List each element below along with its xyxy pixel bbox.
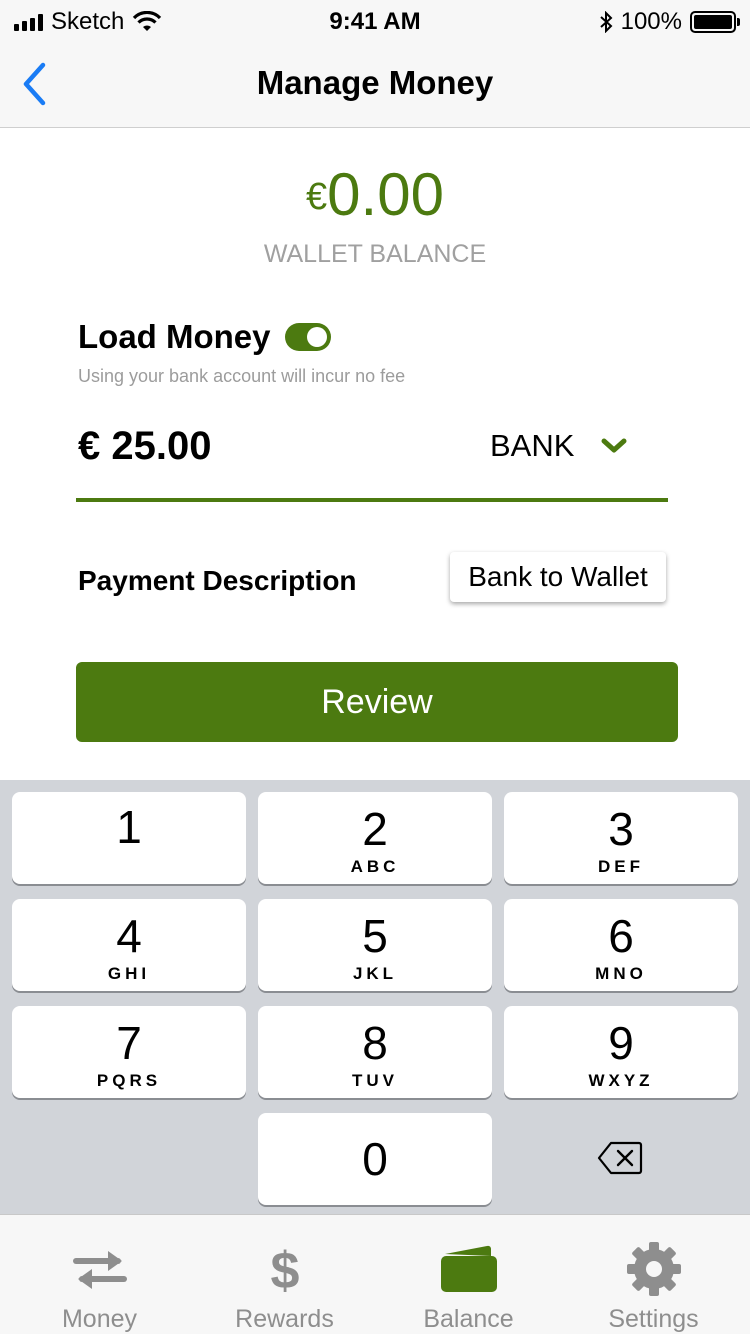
bluetooth-icon [599,11,613,33]
tab-label: Rewards [235,1305,334,1333]
balance-currency: € [306,176,328,218]
battery-percent: 100% [620,8,682,35]
payment-description-field[interactable]: Bank to Wallet [450,552,666,602]
gear-icon [626,1242,681,1296]
key-letters: TUV [352,1071,398,1090]
key-digit: 9 [608,1017,634,1069]
key-letters: GHI [107,964,151,983]
amount-underline [76,498,668,502]
key-letters: PQRS [96,1071,162,1090]
amount-input[interactable] [78,424,378,469]
svg-text:$: $ [270,1242,299,1296]
transfer-arrows-icon [72,1251,127,1289]
source-dropdown[interactable]: BANK [490,428,628,464]
status-right: 100% [599,8,740,36]
balance-amount: 0.00 [327,161,444,228]
key-digit: 7 [116,1017,142,1069]
payment-description-label: Payment Description [78,565,357,596]
key-letters: MNO [595,964,647,983]
load-money-toggle[interactable] [284,323,331,351]
tab-label: Balance [423,1305,514,1333]
load-money-subtitle: Using your bank account will incur no fe… [78,366,406,386]
key-digit: 1 [116,801,142,853]
key-3[interactable]: 3 DEF [504,792,738,884]
status-bar: Sketch 9:41 AM 100% [0,0,750,40]
key-digit: 6 [608,910,634,962]
backspace-button[interactable] [502,1112,738,1204]
tab-rewards[interactable]: $ Rewards [191,1215,378,1334]
tab-label: Settings [608,1305,699,1333]
key-letters: DEF [598,857,644,876]
tab-bar: Money $ Rewards Balance Settings [0,1214,750,1334]
dollar-icon: $ [270,1242,299,1296]
tab-settings[interactable]: Settings [560,1215,747,1334]
key-1[interactable]: 1 [12,792,246,884]
wallet-balance: €0.00 [0,160,750,229]
tab-money[interactable]: Money [6,1215,193,1334]
page-title: Manage Money [256,64,494,101]
key-9[interactable]: 9 WXYZ [504,1006,738,1098]
key-0[interactable]: 0 [258,1113,492,1205]
key-6[interactable]: 6 MNO [504,899,738,991]
key-7[interactable]: 7 PQRS [12,1006,246,1098]
backspace-icon [597,1141,643,1175]
key-letters: ABC [350,857,400,876]
tab-balance[interactable]: Balance [375,1215,562,1334]
key-digit: 8 [362,1017,388,1069]
toggle-knob [306,327,327,347]
key-digit: 2 [362,803,388,855]
key-5[interactable]: 5 JKL [258,899,492,991]
key-digit: 0 [362,1133,388,1185]
source-label: BANK [490,428,575,463]
key-digit: 4 [116,910,142,962]
wallet-icon [440,1245,497,1292]
load-money-row: Load Money [78,318,331,356]
chevron-down-icon [601,438,627,453]
key-letters: JKL [352,964,398,983]
key-digit: 5 [362,910,388,962]
review-button[interactable]: Review [76,662,678,742]
key-letters: WXYZ [588,1071,654,1090]
balance-label: WALLET BALANCE [263,240,487,268]
tab-label: Money [61,1305,138,1333]
battery-icon [690,11,740,33]
key-8[interactable]: 8 TUV [258,1006,492,1098]
load-money-title: Load Money [78,318,271,355]
key-2[interactable]: 2 ABC [258,792,492,884]
key-digit: 3 [608,803,634,855]
key-4[interactable]: 4 GHI [12,899,246,991]
nav-bar: Manage Money [0,40,750,128]
